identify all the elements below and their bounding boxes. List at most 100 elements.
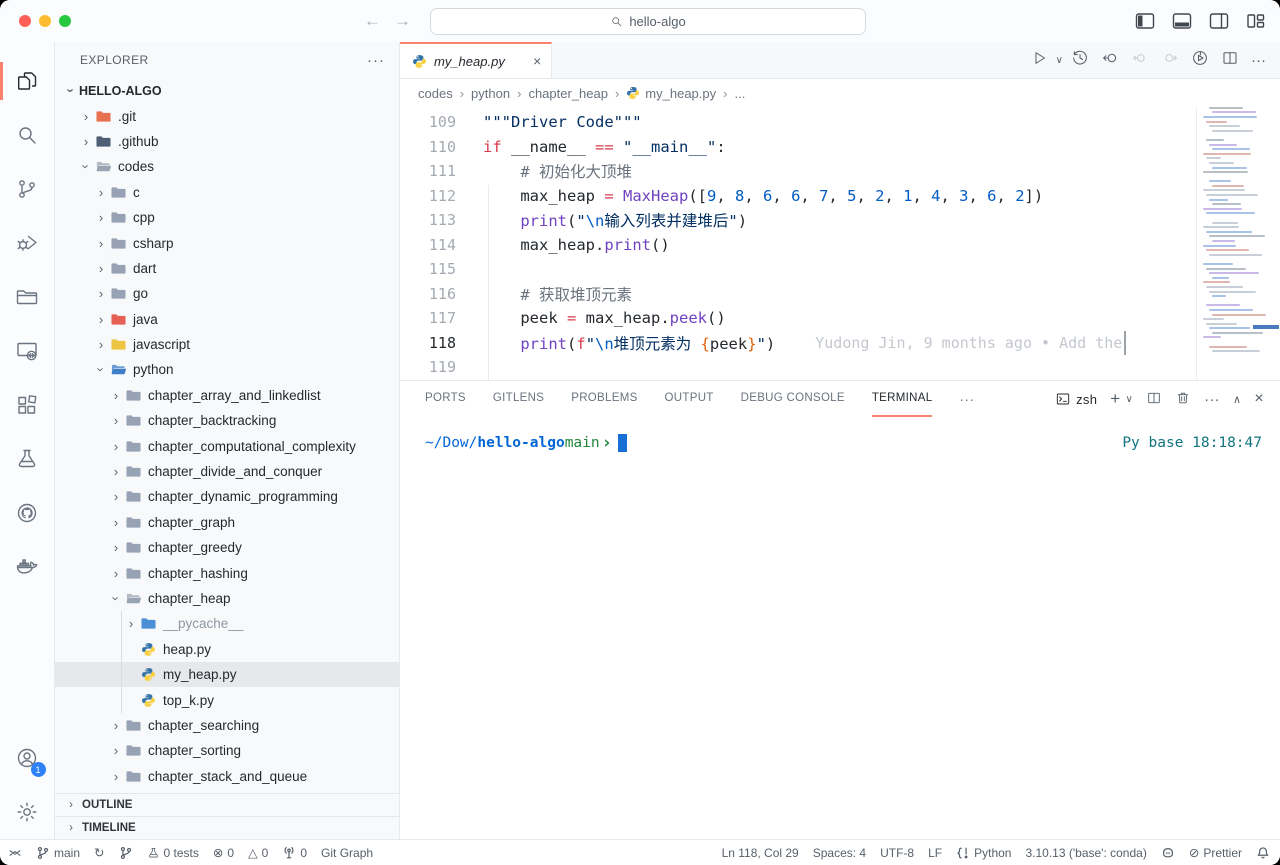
previous-change-icon[interactable] — [1131, 49, 1149, 72]
tree-item-heap-py[interactable]: heap.py — [55, 637, 399, 662]
tree-item-chapter-dynamic-programming[interactable]: ›chapter_dynamic_programming — [55, 484, 399, 509]
status-utf-8[interactable]: UTF-8 — [880, 846, 914, 860]
close-window-button[interactable] — [19, 15, 31, 27]
status-prettier[interactable]: ⊘Prettier — [1189, 845, 1242, 860]
status-main[interactable]: main — [36, 846, 80, 860]
panel-tab-debug-console[interactable]: DEBUG CONSOLE — [741, 381, 845, 417]
tree-item-javascript[interactable]: ›javascript — [55, 332, 399, 357]
status-ln-118-col-29[interactable]: Ln 118, Col 29 — [722, 846, 799, 860]
breadcrumb-item[interactable]: ... — [734, 86, 745, 101]
close-tab-icon[interactable]: × — [533, 53, 541, 69]
breadcrumb-item[interactable]: python — [471, 86, 510, 101]
tab-my-heap-py[interactable]: my_heap.py × — [400, 42, 552, 78]
minimize-window-button[interactable] — [39, 15, 51, 27]
terminal[interactable]: ~/Dow/hello-algo main › Py base 18:18:47 — [400, 417, 1280, 839]
tree-item-c[interactable]: ›c — [55, 180, 399, 205]
navigate-forward-icon[interactable]: → — [394, 11, 411, 31]
command-center-search[interactable]: hello-algo — [430, 8, 866, 35]
tree-item-chapter-computational-complexity[interactable]: ›chapter_computational_complexity — [55, 433, 399, 458]
activity-testing-icon[interactable] — [0, 432, 55, 486]
tree-item-chapter-stack-and-queue[interactable]: ›chapter_stack_and_queue — [55, 764, 399, 789]
layout-customize-icon[interactable] — [1246, 12, 1266, 30]
status-git-graph[interactable]: Git Graph — [321, 846, 373, 860]
tree-item-chapter-heap[interactable]: ›chapter_heap — [55, 586, 399, 611]
panel-tab-gitlens[interactable]: GITLENS — [493, 381, 544, 417]
activity-source-control-icon[interactable] — [0, 162, 55, 216]
tree-item-chapter-greedy[interactable]: ›chapter_greedy — [55, 535, 399, 560]
tree-item-csharp[interactable]: ›csharp — [55, 230, 399, 255]
split-editor-icon[interactable] — [1221, 49, 1239, 72]
tree-item-chapter-backtracking[interactable]: ›chapter_backtracking — [55, 408, 399, 433]
more-actions-icon[interactable]: ··· — [1251, 52, 1266, 69]
panel-tab-terminal[interactable]: TERMINAL — [872, 381, 933, 417]
breadcrumb-item[interactable]: chapter_heap — [528, 86, 608, 101]
tree-item-chapter-graph[interactable]: ›chapter_graph — [55, 510, 399, 535]
history-icon[interactable] — [1071, 49, 1089, 72]
maximize-panel-icon[interactable]: ∧ — [1233, 393, 1241, 406]
status-copilot-icon[interactable] — [1161, 846, 1175, 860]
tree-item-my-heap-py[interactable]: my_heap.py — [55, 662, 399, 687]
tree-item-top-k-py[interactable]: top_k.py — [55, 687, 399, 712]
tree-item-cpp[interactable]: ›cpp — [55, 205, 399, 230]
status-git-graph-branch-icon[interactable] — [119, 846, 133, 860]
tree-item-chapter-sorting[interactable]: ›chapter_sorting — [55, 738, 399, 763]
section-timeline[interactable]: ›TIMELINE — [55, 816, 399, 839]
code-editor[interactable]: 109"""Driver Code"""110if __name__ == "_… — [400, 107, 1280, 380]
explorer-actions-icon[interactable]: ··· — [367, 52, 385, 69]
tree-item-chapter-array-and-linkedlist[interactable]: ›chapter_array_and_linkedlist — [55, 383, 399, 408]
activity-account-icon[interactable]: 1 — [0, 731, 55, 785]
panel-tab-problems[interactable]: PROBLEMS — [571, 381, 637, 417]
run-python-icon[interactable] — [1031, 49, 1048, 72]
status-0[interactable]: △0 — [248, 845, 268, 860]
zoom-window-button[interactable] — [59, 15, 71, 27]
panel-more-icon[interactable]: ··· — [1204, 391, 1220, 408]
status-sync-icon[interactable]: ↻ — [94, 845, 104, 860]
tree-item-chapter-divide-and-conquer[interactable]: ›chapter_divide_and_conquer — [55, 459, 399, 484]
terminal-dropdown-icon[interactable]: ∨ — [1125, 394, 1133, 405]
minimap[interactable] — [1196, 107, 1280, 380]
activity-project-manager-icon[interactable] — [0, 270, 55, 324]
activity-explorer-icon[interactable] — [0, 54, 55, 108]
tree-item--pycache-[interactable]: ›__pycache__ — [55, 611, 399, 636]
next-change-icon[interactable] — [1161, 49, 1179, 72]
activity-run-debug-icon[interactable] — [0, 216, 55, 270]
panel-tab-ports[interactable]: PORTS — [425, 381, 466, 417]
kill-terminal-icon[interactable] — [1175, 390, 1191, 409]
split-terminal-icon[interactable] — [1146, 390, 1162, 409]
status-0-tests[interactable]: 0 tests — [147, 846, 199, 860]
tree-item-codes[interactable]: ›codes — [55, 154, 399, 179]
breadcrumb-item[interactable]: codes — [418, 86, 453, 101]
panel-tabs-overflow-icon[interactable]: ··· — [959, 391, 974, 407]
tree-item-chapter-searching[interactable]: ›chapter_searching — [55, 713, 399, 738]
layout-panel-icon[interactable] — [1172, 12, 1192, 30]
run-interactive-icon[interactable] — [1191, 49, 1209, 72]
layout-sidebar-right-icon[interactable] — [1209, 12, 1229, 30]
status-0[interactable]: ⊗0 — [213, 845, 234, 860]
navigate-back-icon[interactable]: ← — [364, 11, 381, 31]
open-changes-icon[interactable] — [1101, 49, 1119, 72]
status-python[interactable]: Python — [956, 846, 1011, 860]
tree-item-dart[interactable]: ›dart — [55, 256, 399, 281]
status-lf[interactable]: LF — [928, 846, 942, 860]
tree-item--git[interactable]: ›.git — [55, 103, 399, 128]
tree-item-python[interactable]: ›python — [55, 357, 399, 382]
status-0[interactable]: 0 — [282, 846, 307, 860]
activity-extensions-icon[interactable] — [0, 378, 55, 432]
status-bell-icon[interactable] — [1256, 846, 1270, 860]
layout-sidebar-left-icon[interactable] — [1135, 12, 1155, 30]
chevron-down-icon[interactable]: ∨ — [1056, 55, 1063, 66]
tree-item-go[interactable]: ›go — [55, 281, 399, 306]
activity-settings-gear-icon[interactable] — [0, 785, 55, 839]
new-terminal-icon[interactable]: + — [1110, 389, 1120, 409]
tree-item-hello-algo[interactable]: ›HELLO-ALGO — [55, 78, 399, 103]
activity-remote-explorer-icon[interactable] — [0, 324, 55, 378]
panel-tab-output[interactable]: OUTPUT — [665, 381, 714, 417]
status-spaces-4[interactable]: Spaces: 4 — [813, 846, 866, 860]
activity-search-icon[interactable] — [0, 108, 55, 162]
tree-item--github[interactable]: ›.github — [55, 129, 399, 154]
terminal-instance-zsh[interactable]: zsh — [1055, 391, 1097, 407]
close-panel-icon[interactable]: × — [1254, 390, 1264, 408]
activity-github-icon[interactable] — [0, 486, 55, 540]
activity-docker-icon[interactable] — [0, 540, 55, 594]
tree-item-chapter-hashing[interactable]: ›chapter_hashing — [55, 560, 399, 585]
